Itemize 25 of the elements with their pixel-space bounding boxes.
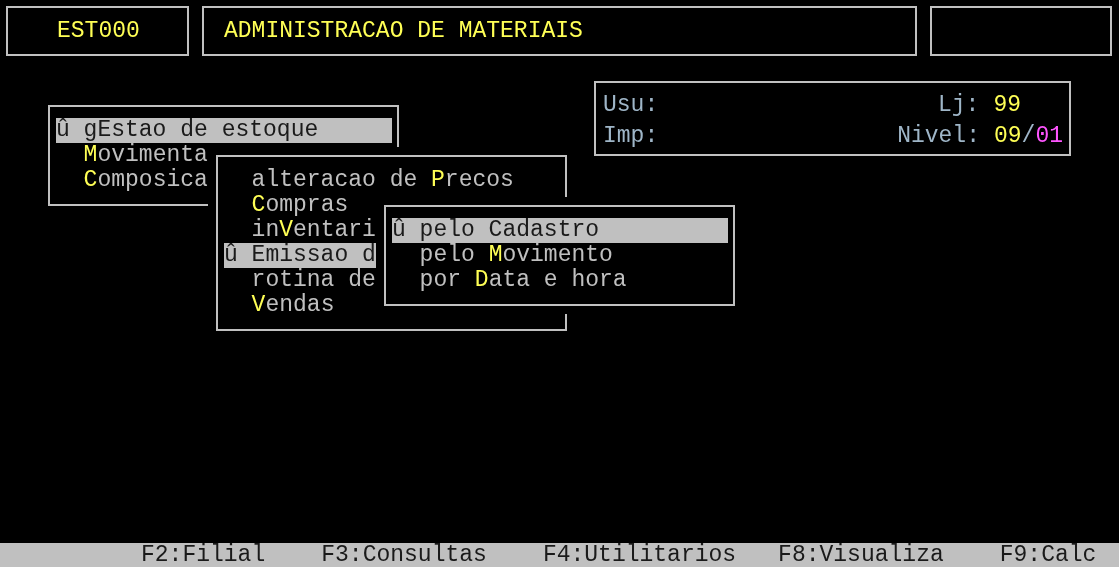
user-label: Usu: — [603, 93, 659, 120]
menu-item[interactable]: rotina de — [224, 268, 376, 293]
program-code: EST000 — [57, 16, 140, 46]
level-value: 09/01 — [993, 123, 1063, 151]
printer-label: Imp: — [603, 123, 659, 151]
menu-item[interactable]: Vendas — [224, 293, 335, 318]
menu-item[interactable]: alteracao de Precos — [224, 168, 514, 193]
menu-item[interactable]: Compras — [224, 193, 349, 218]
level-label: Nivel: — [897, 123, 980, 151]
menu-item[interactable]: por Data e hora — [392, 268, 627, 293]
function-key-label: F2:Filial — [141, 543, 266, 567]
menu-item[interactable]: inVentari — [224, 218, 376, 243]
menu-item[interactable]: û pelo Cadastro — [392, 218, 728, 243]
menu-item[interactable]: û Emissao d — [224, 243, 378, 268]
menu-item[interactable]: Movimenta — [56, 143, 208, 168]
function-key-label: F8:Visualiza — [778, 543, 944, 567]
function-key-label: F4:Utilitarios — [542, 543, 737, 567]
function-key-label: F9:Calc — [999, 543, 1097, 567]
function-key-label: F3:Consultas — [321, 543, 487, 567]
screen-title: ADMINISTRACAO DE MATERIAIS — [224, 16, 583, 46]
store-label: Lj: — [937, 93, 980, 120]
menu-item[interactable]: pelo Movimento — [392, 243, 613, 268]
menu-item[interactable]: û gEstao de estoque — [56, 118, 392, 143]
menu-item[interactable]: Composica — [56, 168, 208, 193]
store-number: 99 — [993, 93, 1021, 120]
